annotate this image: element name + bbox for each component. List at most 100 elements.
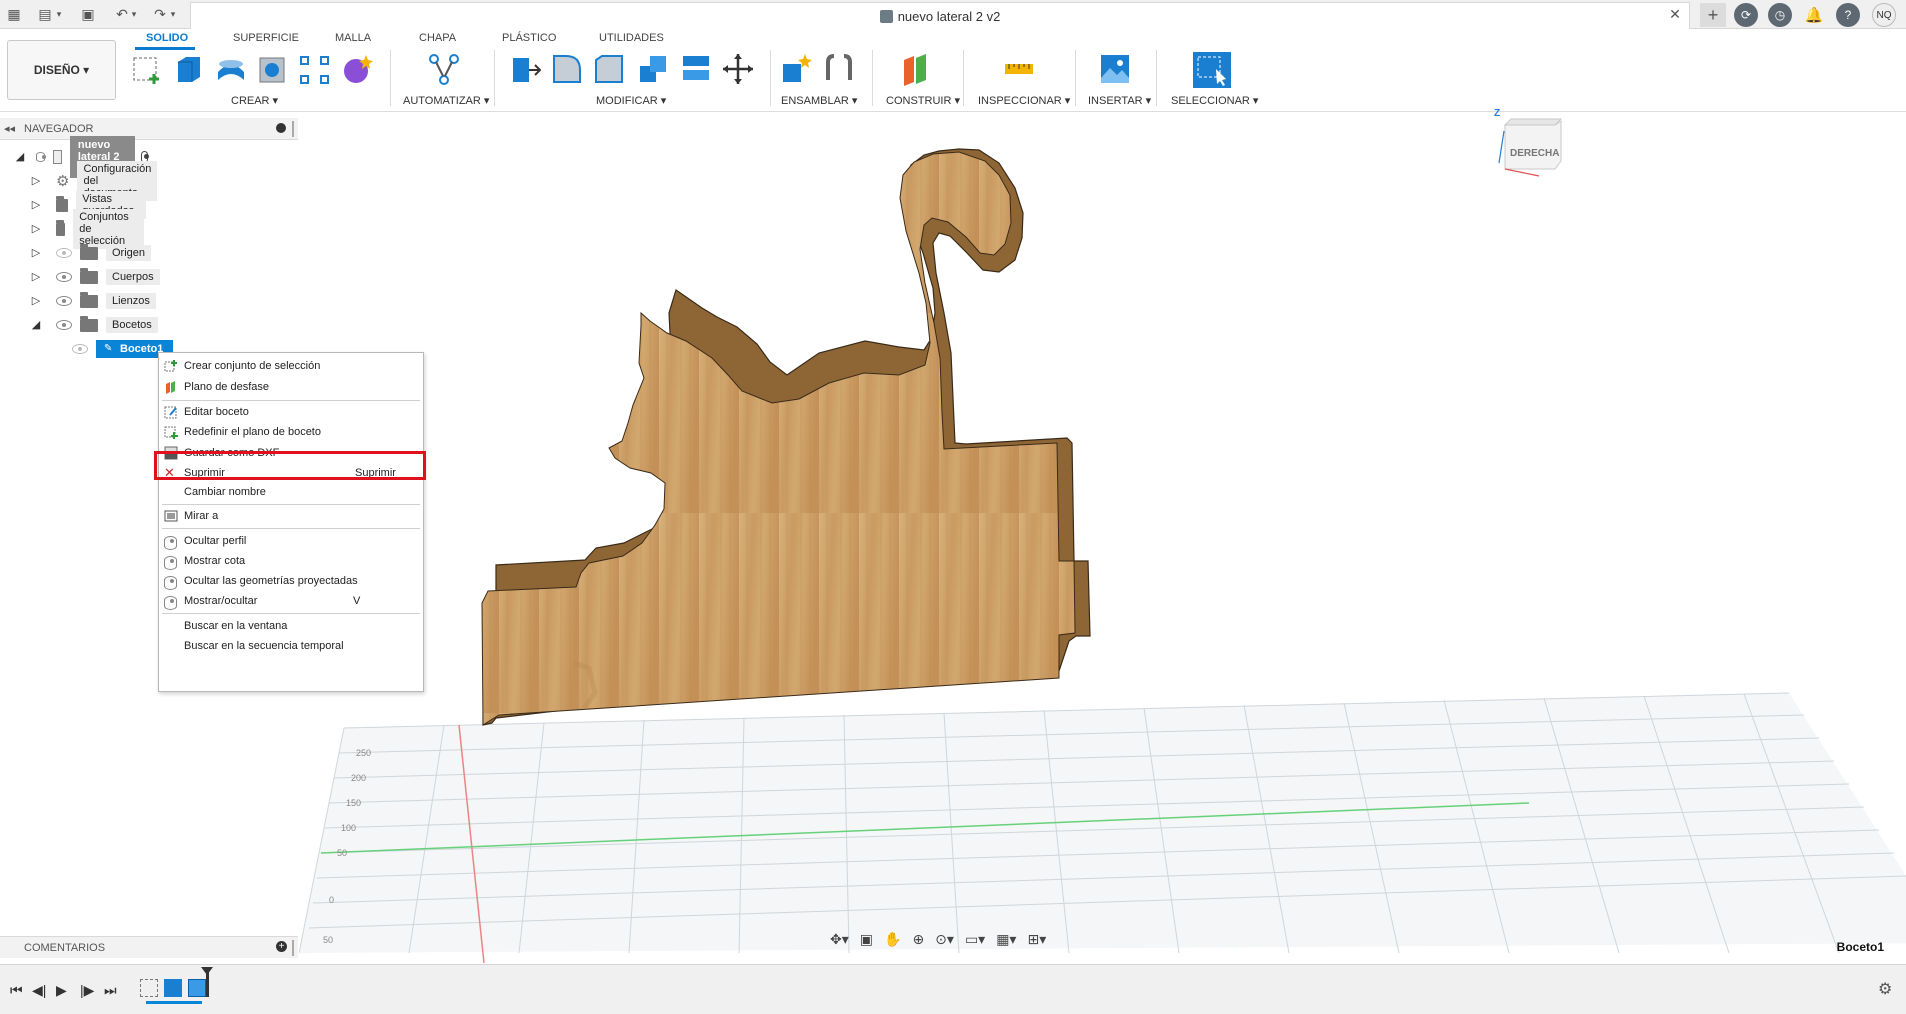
comments-resize-handle[interactable] xyxy=(292,940,294,956)
close-tab-icon[interactable]: ✕ xyxy=(1666,4,1684,24)
select-icon[interactable] xyxy=(1192,51,1232,89)
automate-icon[interactable] xyxy=(427,52,461,86)
combine-icon[interactable] xyxy=(679,52,713,86)
go-to-start-icon[interactable]: ⏮ xyxy=(10,982,23,999)
extrude-icon[interactable] xyxy=(172,52,206,86)
offset-plane-icon[interactable] xyxy=(898,52,932,86)
shell-icon[interactable] xyxy=(636,52,670,86)
joint-icon[interactable] xyxy=(822,52,856,86)
group-automatizar[interactable]: AUTOMATIZAR ▾ xyxy=(403,94,489,107)
undo-dropdown-icon[interactable]: ▾ xyxy=(129,4,139,24)
collapse-navigator-icon[interactable]: ◂◂ xyxy=(4,122,15,135)
notifications-icon[interactable]: 🔔 xyxy=(1802,3,1826,27)
tab-utilidades[interactable]: UTILIDADES xyxy=(599,32,664,44)
viewcube-face-label[interactable]: DERECHA xyxy=(1510,148,1559,159)
insert-image-icon[interactable] xyxy=(1098,52,1132,86)
menu-item-hide-projected[interactable]: Ocultar las geometrías proyectadas xyxy=(159,571,425,591)
add-comment-icon[interactable]: + xyxy=(276,941,287,952)
menu-item-create-selection-set[interactable]: Crear conjunto de selección xyxy=(159,356,425,376)
expand-arrow-icon[interactable]: ◢ xyxy=(30,318,42,331)
expand-arrow-icon[interactable]: ▷ xyxy=(30,270,42,283)
expand-arrow-icon[interactable]: ◢ xyxy=(14,150,26,163)
measure-icon[interactable] xyxy=(1002,52,1036,86)
timeline-extrude-feature-icon[interactable] xyxy=(188,979,206,997)
step-back-icon[interactable]: ◀| xyxy=(32,982,46,999)
menu-item-edit-sketch[interactable]: Editar boceto xyxy=(159,402,425,422)
pan-hand-icon[interactable]: ✋ xyxy=(884,931,901,948)
look-at-icon[interactable]: ▣ xyxy=(860,931,873,948)
menu-item-show-dimension[interactable]: Mostrar cota xyxy=(159,551,425,571)
timeline-marker-head-icon[interactable] xyxy=(201,967,213,975)
zoom-icon[interactable]: ⊕ xyxy=(912,931,924,948)
job-status-icon[interactable]: ◷ xyxy=(1768,3,1792,27)
hole-icon[interactable] xyxy=(256,52,290,86)
zoom-window-icon[interactable]: ⊙▾ xyxy=(935,931,954,948)
timeline-sketch-feature-icon[interactable] xyxy=(140,979,158,997)
document-tab[interactable]: nuevo lateral 2 v2 ✕ xyxy=(190,2,1690,29)
menu-item-find-in-timeline[interactable]: Buscar en la secuencia temporal xyxy=(159,636,425,656)
visibility-eye-icon[interactable] xyxy=(56,296,72,306)
expand-arrow-icon[interactable]: ▷ xyxy=(30,246,42,259)
cat-panel-body[interactable] xyxy=(481,148,1091,726)
expand-arrow-icon[interactable]: ▷ xyxy=(30,222,42,235)
workspace-switcher[interactable]: DISEÑO ▾ xyxy=(7,40,116,100)
menu-item-find-in-window[interactable]: Buscar en la ventana xyxy=(159,616,425,636)
redo-icon[interactable]: ↷ xyxy=(150,4,170,24)
expand-arrow-icon[interactable]: ▷ xyxy=(30,294,42,307)
create-sketch-icon[interactable] xyxy=(130,52,164,86)
press-pull-icon[interactable] xyxy=(507,52,541,86)
chamfer-icon[interactable] xyxy=(592,52,626,86)
file-icon[interactable]: ▤ xyxy=(34,4,56,24)
revolve-icon[interactable] xyxy=(214,52,248,86)
visibility-eye-icon[interactable] xyxy=(56,272,72,282)
timeline-canvas-feature-icon[interactable] xyxy=(164,979,182,997)
visibility-hidden-icon[interactable] xyxy=(72,344,88,354)
step-forward-icon[interactable]: |▶ xyxy=(80,982,94,999)
tab-superficie[interactable]: SUPERFICIE xyxy=(233,32,299,44)
group-seleccionar[interactable]: SELECCIONAR ▾ xyxy=(1171,94,1258,107)
tab-malla[interactable]: MALLA xyxy=(335,32,371,44)
tab-chapa[interactable]: CHAPA xyxy=(419,32,456,44)
display-settings-icon[interactable]: ▭▾ xyxy=(965,931,985,948)
menu-item-look-at[interactable]: Mirar a xyxy=(159,506,425,526)
viewport-canvas[interactable]: 250 200 150 100 50 0 50 xyxy=(299,113,1906,963)
timeline-settings-gear-icon[interactable]: ⚙ xyxy=(1878,979,1892,999)
menu-item-rename[interactable]: Cambiar nombre xyxy=(159,482,425,502)
grid-menu-icon[interactable]: ▦ xyxy=(4,4,24,24)
visibility-hidden-icon[interactable] xyxy=(56,248,72,258)
navigator-resize-handle[interactable] xyxy=(292,121,294,137)
visibility-eye-icon[interactable] xyxy=(36,152,46,162)
play-icon[interactable]: ▶ xyxy=(56,982,67,999)
visibility-eye-icon[interactable] xyxy=(56,320,72,330)
comments-panel[interactable]: COMENTARIOS + xyxy=(0,936,298,958)
file-dropdown-icon[interactable]: ▾ xyxy=(54,4,64,24)
form-icon[interactable] xyxy=(340,52,374,86)
move-icon[interactable] xyxy=(721,52,755,86)
group-insertar[interactable]: INSERTAR ▾ xyxy=(1088,94,1151,107)
menu-item-show-hide[interactable]: Mostrar/ocultar V xyxy=(159,591,425,611)
save-icon[interactable]: ▣ xyxy=(78,4,98,24)
menu-item-hide-profile[interactable]: Ocultar perfil xyxy=(159,531,425,551)
group-crear[interactable]: CREAR ▾ xyxy=(231,94,278,107)
fillet-icon[interactable] xyxy=(550,52,584,86)
group-modificar[interactable]: MODIFICAR ▾ xyxy=(596,94,666,107)
group-construir[interactable]: CONSTRUIR ▾ xyxy=(886,94,960,107)
orbit-icon[interactable]: ✥▾ xyxy=(830,931,849,948)
viewports-icon[interactable]: ⊞▾ xyxy=(1027,931,1046,948)
navigator-options-icon[interactable] xyxy=(276,123,286,133)
menu-item-offset-plane[interactable]: Plano de desfase xyxy=(159,377,425,397)
user-avatar[interactable]: NQ xyxy=(1872,3,1896,27)
expand-arrow-icon[interactable]: ▷ xyxy=(30,198,42,211)
go-to-end-icon[interactable]: ⏭ xyxy=(104,982,117,999)
new-component-icon[interactable] xyxy=(779,52,813,86)
tab-solido[interactable]: SOLIDO xyxy=(146,32,188,44)
new-tab-icon[interactable]: + xyxy=(1700,3,1726,27)
group-inspeccionar[interactable]: INSPECCIONAR ▾ xyxy=(978,94,1070,107)
expand-arrow-icon[interactable]: ▷ xyxy=(30,174,42,187)
grid-settings-icon[interactable]: ▦▾ xyxy=(996,931,1016,948)
menu-item-redefine-plane[interactable]: Redefinir el plano de boceto xyxy=(159,422,425,442)
help-icon[interactable]: ? xyxy=(1836,3,1860,27)
pattern-icon[interactable] xyxy=(298,52,332,86)
extensions-icon[interactable]: ⟳ xyxy=(1734,3,1758,27)
group-ensamblar[interactable]: ENSAMBLAR ▾ xyxy=(781,94,857,107)
